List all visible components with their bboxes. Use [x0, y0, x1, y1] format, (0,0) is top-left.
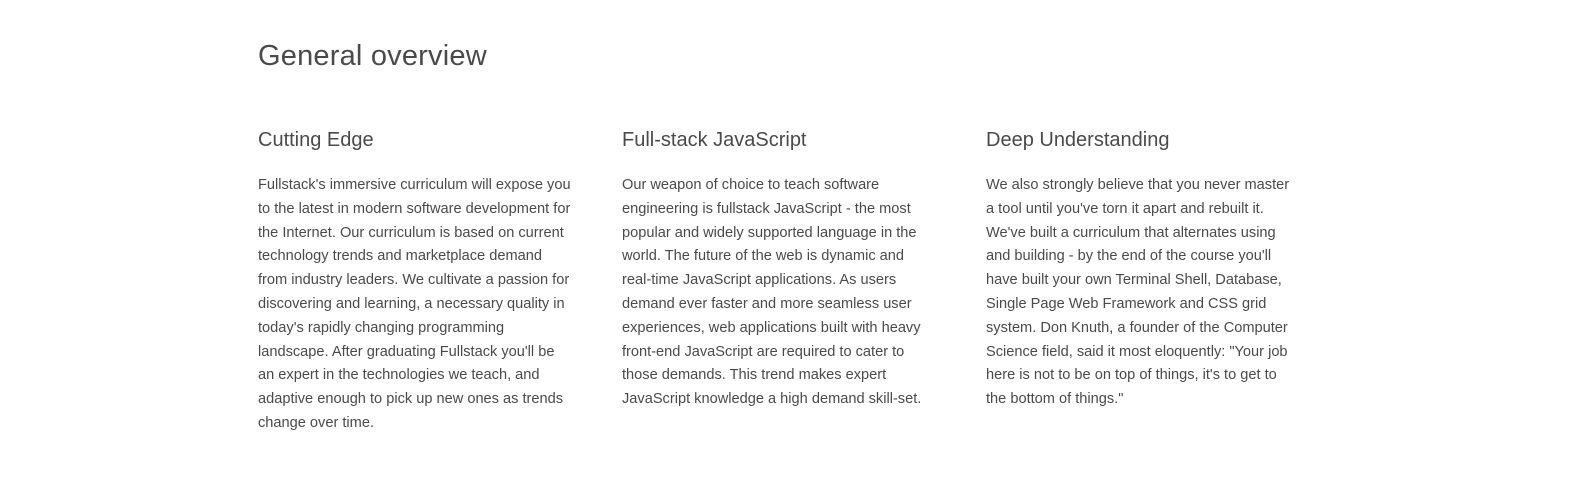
column-cutting-edge: Cutting Edge Fullstack's immersive curri… [258, 126, 572, 436]
overview-columns: Cutting Edge Fullstack's immersive curri… [258, 126, 1338, 486]
section-title: General overview [258, 40, 487, 72]
column-deep-understanding: Deep Understanding We also strongly beli… [986, 126, 1300, 412]
column-heading-deep-understanding: Deep Understanding [986, 129, 1170, 151]
column-body-full-stack-javascript: Our weapon of choice to teach software e… [622, 177, 922, 408]
column-full-stack-javascript: Full-stack JavaScript Our weapon of choi… [622, 126, 936, 412]
general-overview-section: General overview Cutting Edge Fullstack'… [258, 0, 1358, 498]
column-body-cutting-edge: Fullstack's immersive curriculum will ex… [258, 177, 571, 431]
column-body-deep-understanding: We also strongly believe that you never … [986, 177, 1290, 408]
column-heading-full-stack-javascript: Full-stack JavaScript [622, 129, 807, 151]
column-heading-cutting-edge: Cutting Edge [258, 129, 374, 151]
